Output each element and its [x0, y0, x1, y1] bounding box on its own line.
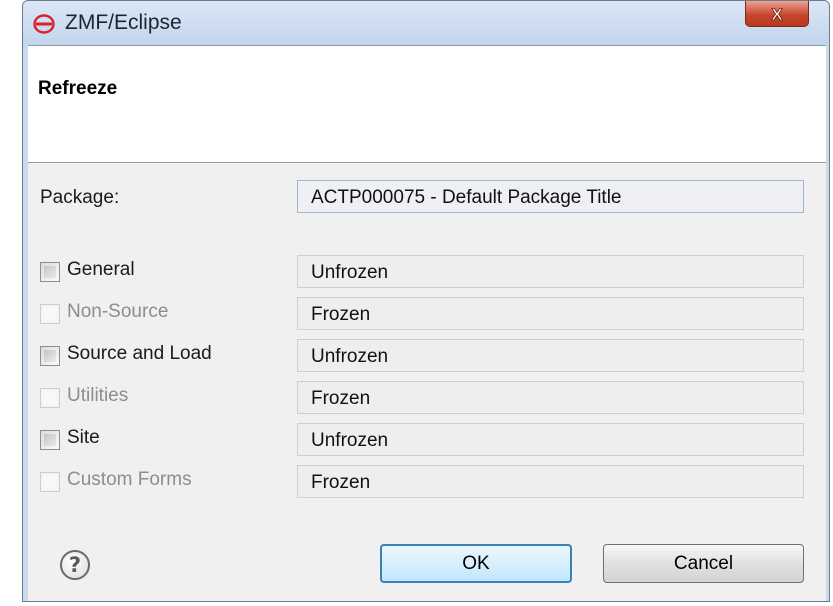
component-checkbox [40, 388, 60, 408]
ok-button[interactable]: OK [380, 544, 572, 583]
svg-text:X: X [771, 5, 783, 24]
component-label: Non-Source [67, 301, 169, 322]
component-status-field: Frozen [297, 297, 804, 330]
component-checkbox [40, 472, 60, 492]
package-label: Package: [40, 187, 120, 208]
component-status-field: Frozen [297, 465, 804, 498]
title-bar[interactable]: ZMF/Eclipse X [23, 1, 829, 45]
close-icon: X [771, 5, 784, 25]
component-label: Utilities [67, 385, 129, 406]
header-banner: Refreeze [28, 46, 826, 163]
component-label[interactable]: General [67, 259, 135, 281]
component-status-field: Unfrozen [297, 423, 804, 456]
dialog-heading: Refreeze [38, 78, 118, 99]
component-status-field: Unfrozen [297, 255, 804, 288]
dialog-window: ZMF/Eclipse X Refreeze Package: ACTP0000… [22, 0, 830, 602]
help-icon[interactable]: ? [60, 550, 90, 580]
component-label[interactable]: Source and Load [67, 343, 212, 365]
dialog-body: Refreeze Package: ACTP000075 - Default P… [28, 45, 826, 601]
component-checkbox[interactable] [40, 262, 60, 282]
window-title: ZMF/Eclipse [65, 11, 182, 34]
cancel-button[interactable]: Cancel [603, 544, 804, 583]
zmf-logo-icon [33, 14, 55, 34]
component-checkbox [40, 304, 60, 324]
component-checkbox[interactable] [40, 430, 60, 450]
component-status-field: Unfrozen [297, 339, 804, 372]
close-button[interactable]: X [745, 1, 809, 27]
package-field[interactable]: ACTP000075 - Default Package Title [297, 180, 804, 213]
component-status-field: Frozen [297, 381, 804, 414]
component-label[interactable]: Site [67, 427, 100, 449]
component-checkbox[interactable] [40, 346, 60, 366]
component-label: Custom Forms [67, 469, 192, 490]
